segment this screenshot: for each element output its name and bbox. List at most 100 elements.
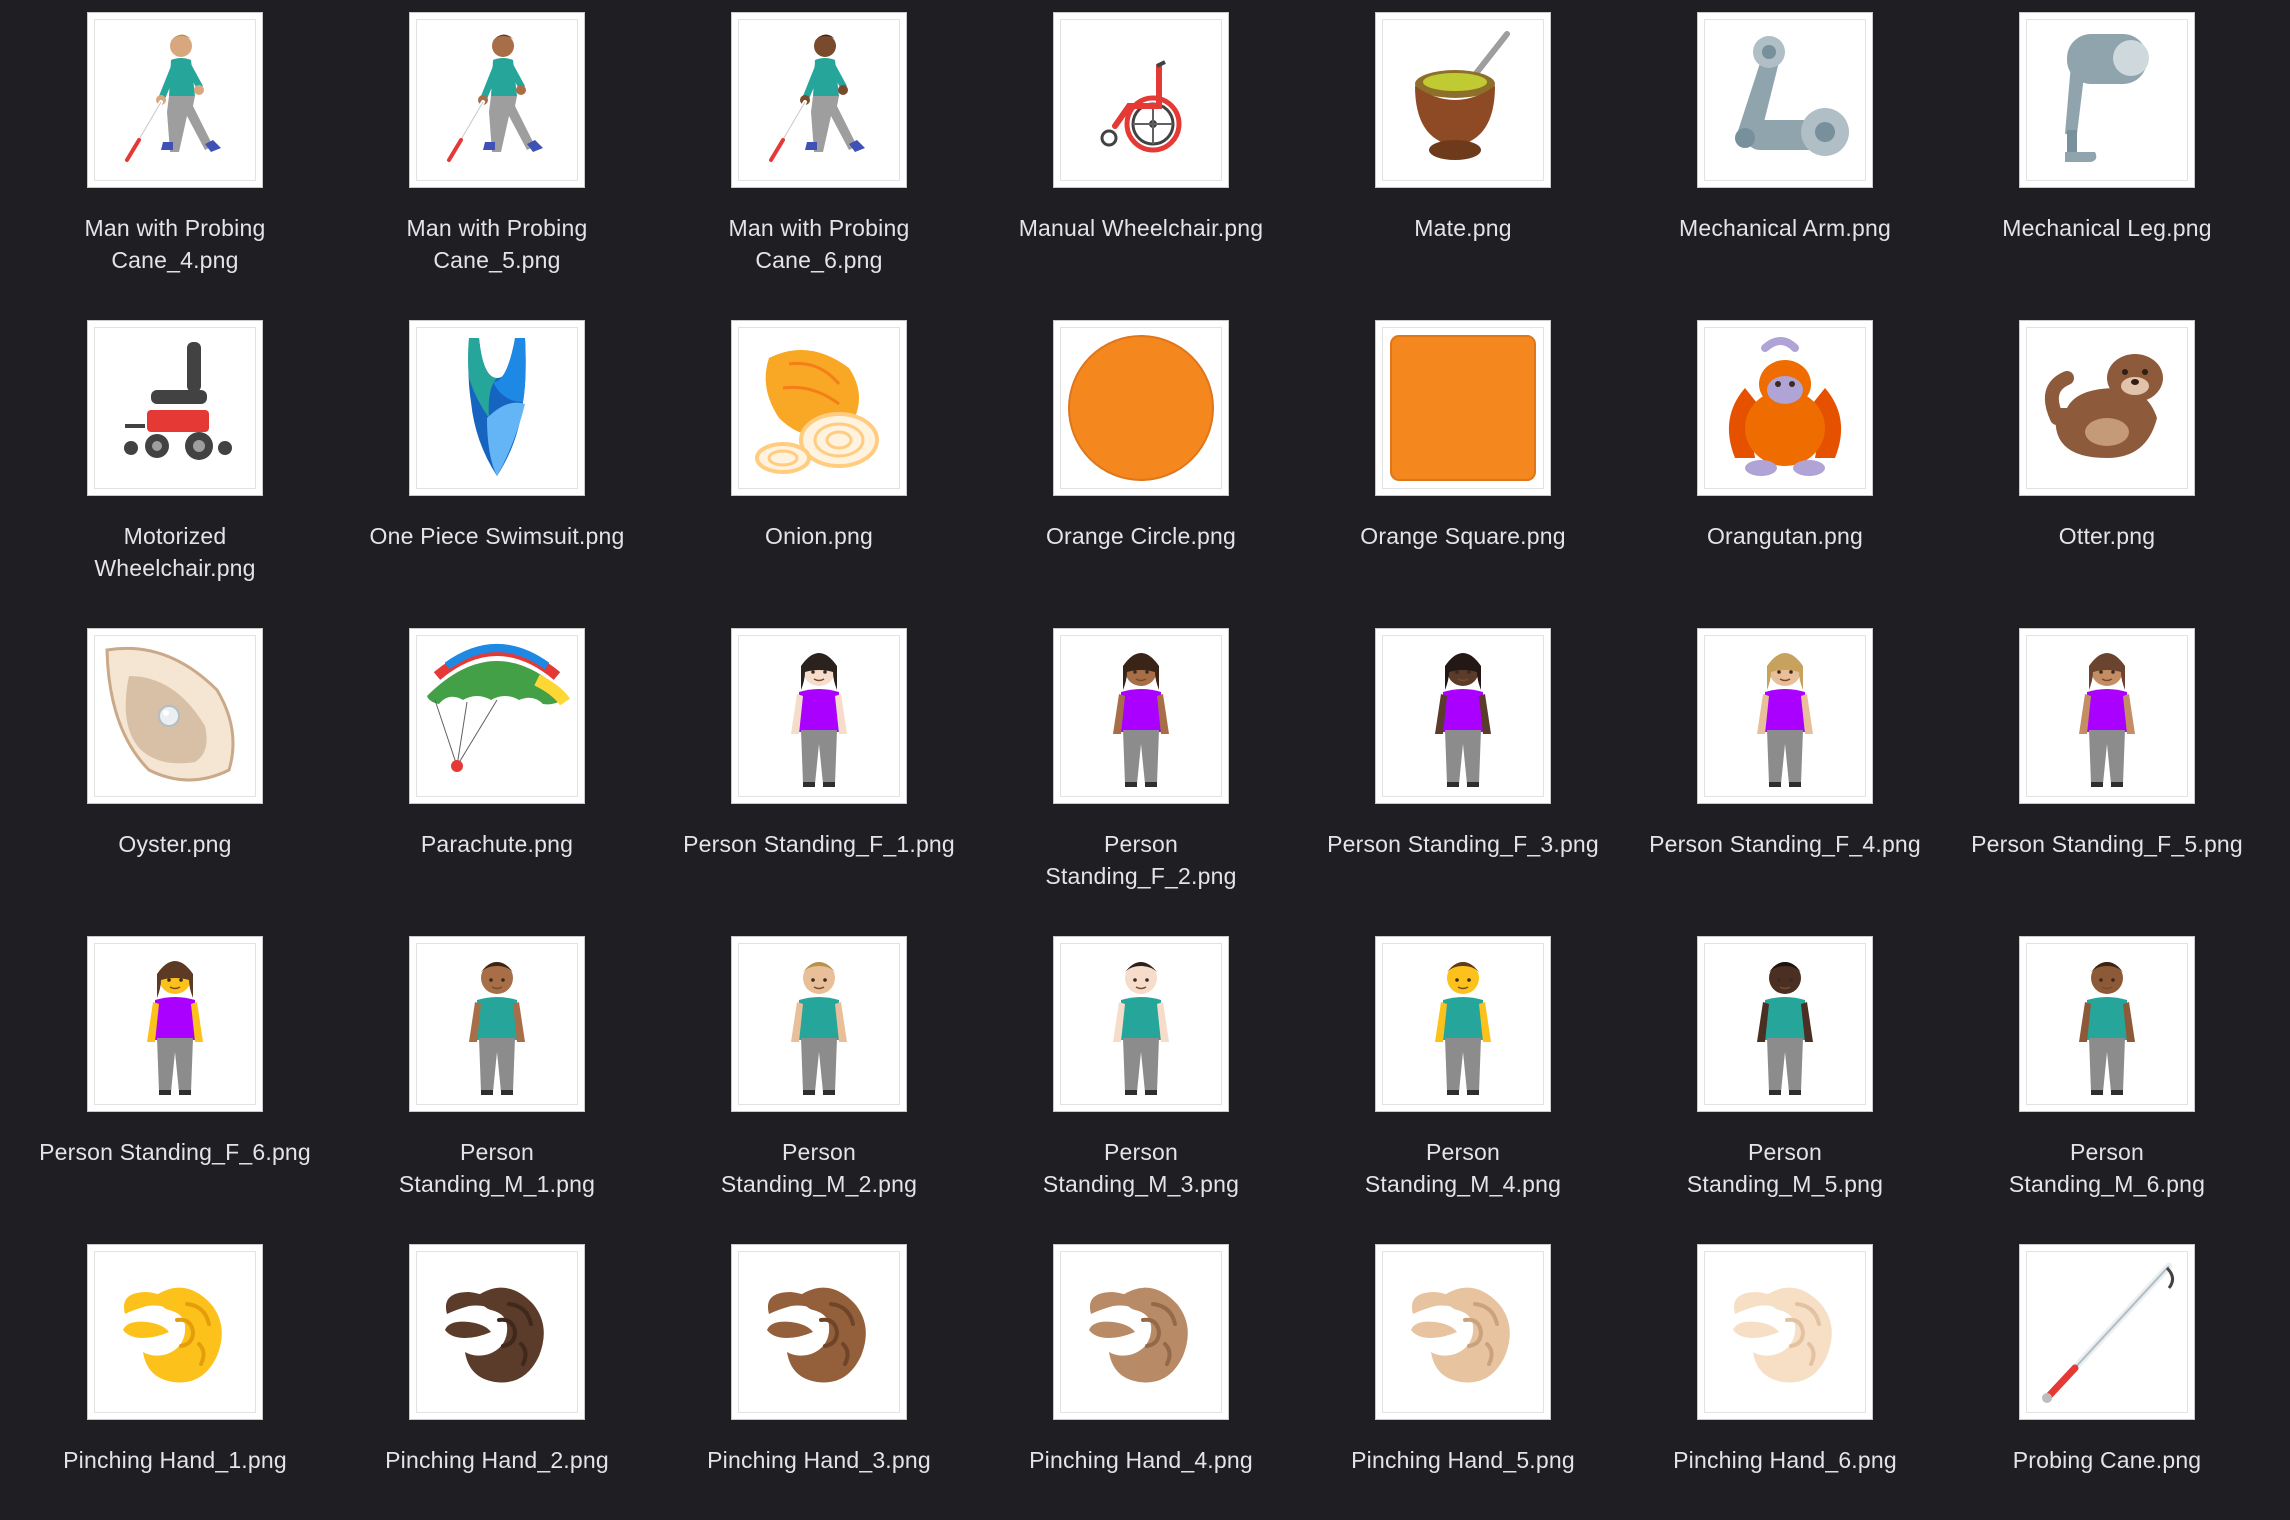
file-name-label[interactable]: Man with Probing Cane_5.png xyxy=(347,212,647,276)
file-thumbnail[interactable] xyxy=(87,320,263,496)
file-thumbnail[interactable] xyxy=(409,936,585,1112)
file-name-label[interactable]: Person Standing_F_4.png xyxy=(1635,828,1935,860)
file-thumbnail[interactable] xyxy=(2019,12,2195,188)
file-thumbnail[interactable] xyxy=(2019,320,2195,496)
file-name-label[interactable]: Pinching Hand_5.png xyxy=(1313,1444,1613,1476)
file-thumbnail[interactable] xyxy=(731,12,907,188)
file-thumbnail[interactable] xyxy=(409,320,585,496)
file-name-label[interactable]: Probing Cane.png xyxy=(1957,1444,2257,1476)
file-name-label[interactable]: Person Standing_M_6.png xyxy=(1957,1136,2257,1200)
file-thumbnail[interactable] xyxy=(87,1244,263,1420)
file-name-label[interactable]: Orange Circle.png xyxy=(991,520,1291,552)
file-item[interactable]: Parachute.png xyxy=(347,628,647,928)
file-name-label[interactable]: Pinching Hand_1.png xyxy=(25,1444,325,1476)
file-name-label[interactable]: Person Standing_F_5.png xyxy=(1957,828,2257,860)
file-item[interactable]: Mechanical Arm.png xyxy=(1635,12,1935,312)
file-item[interactable]: One Piece Swimsuit.png xyxy=(347,320,647,620)
file-name-label[interactable]: Mechanical Leg.png xyxy=(1957,212,2257,244)
file-thumbnail[interactable] xyxy=(731,320,907,496)
file-item[interactable]: Orangutan.png xyxy=(1635,320,1935,620)
file-thumbnail[interactable] xyxy=(409,628,585,804)
file-name-label[interactable]: Person Standing_M_4.png xyxy=(1313,1136,1613,1200)
file-item[interactable]: Person Standing_F_4.png xyxy=(1635,628,1935,928)
file-thumbnail[interactable] xyxy=(731,628,907,804)
file-name-label[interactable]: Pinching Hand_2.png xyxy=(347,1444,647,1476)
file-item[interactable]: Pinching Hand_5.png xyxy=(1313,1244,1613,1520)
file-name-label[interactable]: Person Standing_M_3.png xyxy=(991,1136,1291,1200)
file-thumbnail[interactable] xyxy=(1375,628,1551,804)
file-item[interactable]: Man with Probing Cane_5.png xyxy=(347,12,647,312)
file-thumbnail[interactable] xyxy=(1053,1244,1229,1420)
file-name-label[interactable]: Parachute.png xyxy=(347,828,647,860)
file-item[interactable]: Otter.png xyxy=(1957,320,2257,620)
file-thumbnail[interactable] xyxy=(1053,12,1229,188)
file-name-label[interactable]: Pinching Hand_4.png xyxy=(991,1444,1291,1476)
file-name-label[interactable]: Person Standing_M_5.png xyxy=(1635,1136,1935,1200)
file-thumbnail[interactable] xyxy=(2019,628,2195,804)
file-thumbnail[interactable] xyxy=(1697,1244,1873,1420)
file-thumbnail[interactable] xyxy=(87,628,263,804)
file-name-label[interactable]: Pinching Hand_6.png xyxy=(1635,1444,1935,1476)
file-item[interactable]: Person Standing_F_2.png xyxy=(991,628,1291,928)
file-item[interactable]: Man with Probing Cane_4.png xyxy=(25,12,325,312)
file-item[interactable]: Oyster.png xyxy=(25,628,325,928)
file-item[interactable]: Orange Square.png xyxy=(1313,320,1613,620)
file-thumbnail[interactable] xyxy=(1053,936,1229,1112)
file-item[interactable]: Person Standing_M_6.png xyxy=(1957,936,2257,1236)
file-item[interactable]: Pinching Hand_4.png xyxy=(991,1244,1291,1520)
file-item[interactable]: Motorized Wheelchair.png xyxy=(25,320,325,620)
file-thumbnail[interactable] xyxy=(731,1244,907,1420)
file-name-label[interactable]: Orangutan.png xyxy=(1635,520,1935,552)
file-item[interactable]: Person Standing_M_4.png xyxy=(1313,936,1613,1236)
file-thumbnail[interactable] xyxy=(2019,936,2195,1112)
file-name-label[interactable]: Manual Wheelchair.png xyxy=(991,212,1291,244)
file-name-label[interactable]: Pinching Hand_3.png xyxy=(669,1444,969,1476)
file-name-label[interactable]: Person Standing_F_3.png xyxy=(1313,828,1613,860)
file-thumbnail[interactable] xyxy=(87,936,263,1112)
file-thumbnail[interactable] xyxy=(1697,12,1873,188)
file-name-label[interactable]: Person Standing_M_1.png xyxy=(347,1136,647,1200)
file-item[interactable]: Person Standing_F_6.png xyxy=(25,936,325,1236)
file-name-label[interactable]: Motorized Wheelchair.png xyxy=(25,520,325,584)
file-item[interactable]: Person Standing_M_2.png xyxy=(669,936,969,1236)
file-item[interactable]: Person Standing_M_3.png xyxy=(991,936,1291,1236)
file-item[interactable]: Orange Circle.png xyxy=(991,320,1291,620)
file-item[interactable]: Person Standing_M_5.png xyxy=(1635,936,1935,1236)
file-item[interactable]: Person Standing_F_1.png xyxy=(669,628,969,928)
file-thumbnail[interactable] xyxy=(1697,628,1873,804)
file-item[interactable]: Pinching Hand_3.png xyxy=(669,1244,969,1520)
file-thumbnail[interactable] xyxy=(1053,320,1229,496)
file-name-label[interactable]: Otter.png xyxy=(1957,520,2257,552)
file-item[interactable]: Man with Probing Cane_6.png xyxy=(669,12,969,312)
file-item[interactable]: Manual Wheelchair.png xyxy=(991,12,1291,312)
file-item[interactable]: Person Standing_M_1.png xyxy=(347,936,647,1236)
file-name-label[interactable]: Person Standing_F_6.png xyxy=(25,1136,325,1168)
file-item[interactable]: Pinching Hand_6.png xyxy=(1635,1244,1935,1520)
file-item[interactable]: Person Standing_F_3.png xyxy=(1313,628,1613,928)
file-name-label[interactable]: Mate.png xyxy=(1313,212,1613,244)
file-thumbnail[interactable] xyxy=(1053,628,1229,804)
file-name-label[interactable]: Man with Probing Cane_4.png xyxy=(25,212,325,276)
file-name-label[interactable]: Mechanical Arm.png xyxy=(1635,212,1935,244)
file-item[interactable]: Mate.png xyxy=(1313,12,1613,312)
file-name-label[interactable]: Man with Probing Cane_6.png xyxy=(669,212,969,276)
file-thumbnail[interactable] xyxy=(2019,1244,2195,1420)
file-name-label[interactable]: One Piece Swimsuit.png xyxy=(347,520,647,552)
file-thumbnail[interactable] xyxy=(731,936,907,1112)
file-thumbnail[interactable] xyxy=(1375,936,1551,1112)
file-thumbnail[interactable] xyxy=(87,12,263,188)
file-item[interactable]: Pinching Hand_2.png xyxy=(347,1244,647,1520)
file-name-label[interactable]: Person Standing_F_1.png xyxy=(669,828,969,860)
file-name-label[interactable]: Oyster.png xyxy=(25,828,325,860)
file-item[interactable]: Pinching Hand_1.png xyxy=(25,1244,325,1520)
file-thumbnail[interactable] xyxy=(409,12,585,188)
file-item[interactable]: Person Standing_F_5.png xyxy=(1957,628,2257,928)
file-thumbnail[interactable] xyxy=(1697,936,1873,1112)
file-thumbnail[interactable] xyxy=(1375,1244,1551,1420)
file-item[interactable]: Onion.png xyxy=(669,320,969,620)
file-thumbnail[interactable] xyxy=(1697,320,1873,496)
file-thumbnail[interactable] xyxy=(1375,12,1551,188)
file-thumbnail[interactable] xyxy=(409,1244,585,1420)
file-thumbnail[interactable] xyxy=(1375,320,1551,496)
file-item[interactable]: Mechanical Leg.png xyxy=(1957,12,2257,312)
